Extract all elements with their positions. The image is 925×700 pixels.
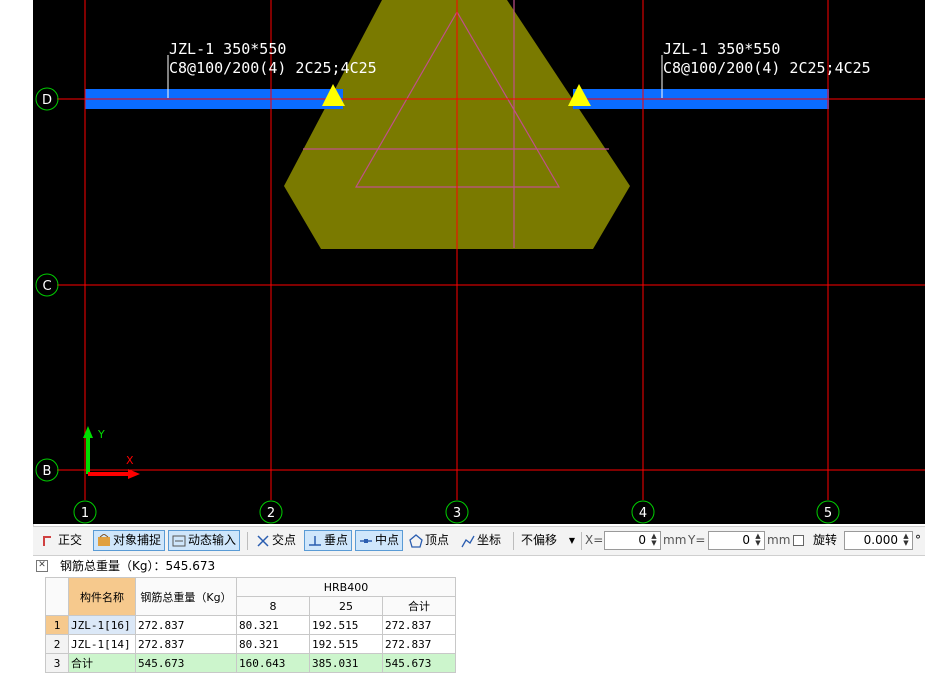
axis-label-3: 3 [453, 506, 461, 521]
rebar-weight-panel: ✕ 钢筋总重量（Kg）：545.673 构件名称 钢筋总重量（Kg） HRB40… [33, 556, 925, 700]
y-coordinate-label: Y= [688, 533, 706, 547]
column-header-grade[interactable]: HRB400 [236, 577, 456, 597]
perpendicular-label: 垂点 [324, 533, 349, 547]
cell-sum[interactable]: 272.837 [382, 634, 456, 654]
offset-mode-dropdown[interactable]: 不偏移 ▼ [518, 530, 578, 551]
snap-toolbar: 正交 对象捕捉 动态输入 交点 垂点 中点 顶点 坐标 不偏移 ▼ X= 0 ▲… [33, 526, 925, 556]
y-coordinate-value: 0 [742, 533, 750, 547]
cell-sum[interactable]: 272.837 [382, 615, 456, 635]
column-header-d25[interactable]: 25 [309, 596, 383, 616]
perpendicular-snap-button[interactable]: 垂点 [304, 530, 353, 551]
y-coordinate-input[interactable]: 0 ▲ ▼ [708, 531, 765, 550]
cell-name[interactable]: JZL-1[14] [68, 634, 136, 654]
axis-label-2: 2 [267, 506, 275, 521]
beam-left-name: JZL-1 350*550 [169, 40, 286, 58]
osnap-label: 对象捕捉 [113, 533, 162, 547]
vertex-icon [409, 533, 423, 548]
vertex-label: 顶点 [425, 533, 450, 547]
table-row[interactable]: 1 JZL-1[16] 272.837 80.321 192.515 272.8… [45, 615, 456, 635]
ortho-icon [43, 535, 51, 546]
panel-title: 钢筋总重量（Kg）：545.673 [60, 559, 216, 573]
beam-left-rebar: C8@100/200(4) 2C25;4C25 [169, 59, 377, 77]
coordinate-icon [461, 535, 475, 547]
cell-d25[interactable]: 192.515 [309, 634, 383, 654]
dynamic-input-icon [172, 535, 186, 546]
axis-label-5: 5 [824, 506, 832, 521]
perpendicular-icon [309, 535, 321, 546]
x-unit-label: mm [663, 533, 687, 547]
chevron-down-icon: ▼ [568, 536, 575, 545]
ucs-icon: Y X [83, 426, 140, 479]
cell-total[interactable]: 272.837 [135, 615, 237, 635]
panel-header: ✕ 钢筋总重量（Kg）：545.673 [33, 556, 925, 576]
cell-d25[interactable]: 385.031 [309, 653, 383, 673]
cell-d8[interactable]: 80.321 [236, 634, 310, 654]
row-number: 2 [45, 634, 69, 654]
x-coordinate-label: X= [585, 533, 604, 547]
dynamic-input-button[interactable]: 动态输入 [168, 530, 241, 551]
drawing-canvas[interactable]: JZL-1 350*550 C8@100/200(4) 2C25;4C25 JZ… [33, 0, 925, 524]
column-header-subtotal[interactable]: 合计 [382, 596, 456, 616]
row-number-header [45, 577, 69, 616]
intersection-label: 交点 [272, 533, 297, 547]
axis-label-D: D [42, 93, 52, 108]
intersection-snap-button[interactable]: 交点 [253, 530, 299, 551]
axis-label-4: 4 [639, 506, 647, 521]
x-spinner-icon[interactable]: ▲ ▼ [649, 533, 659, 548]
osnap-button[interactable]: 对象捕捉 [93, 530, 166, 551]
degree-symbol: ° [915, 533, 921, 547]
axis-label-1: 1 [81, 506, 89, 521]
cell-d25[interactable]: 192.515 [309, 615, 383, 635]
dynamic-input-label: 动态输入 [188, 533, 237, 547]
cell-name[interactable]: 合计 [68, 653, 136, 673]
cell-total[interactable]: 545.673 [135, 653, 237, 673]
column-header-d8[interactable]: 8 [236, 596, 310, 616]
rotate-checkbox[interactable] [793, 535, 804, 546]
row-number: 1 [45, 615, 69, 635]
intersection-icon [257, 534, 269, 547]
ortho-button[interactable]: 正交 [39, 530, 85, 551]
cell-name[interactable]: JZL-1[16] [68, 615, 136, 635]
y-spinner-icon[interactable]: ▲ ▼ [753, 533, 763, 548]
beam-right-name: JZL-1 350*550 [663, 40, 780, 58]
ucs-y-label: Y [97, 428, 105, 441]
rotate-spinner-icon[interactable]: ▲ ▼ [901, 533, 911, 548]
y-unit-label: mm [767, 533, 791, 547]
toolbar-separator [513, 532, 514, 550]
axis-label-B: B [43, 464, 52, 479]
rotate-angle-value: 0.000 [863, 533, 898, 547]
coordinate-snap-button[interactable]: 坐标 [458, 530, 504, 551]
toolbar-separator [247, 532, 248, 550]
rebar-weight-table: 构件名称 钢筋总重量（Kg） HRB400 8 25 合计 1 JZL-1[16… [45, 577, 456, 673]
collapse-icon[interactable]: ✕ [36, 560, 48, 572]
cell-total[interactable]: 272.837 [135, 634, 237, 654]
vertex-snap-button[interactable]: 顶点 [406, 530, 452, 551]
cell-sum[interactable]: 545.673 [382, 653, 456, 673]
offset-mode-value: 不偏移 [521, 533, 558, 547]
column-header-total-weight[interactable]: 钢筋总重量（Kg） [135, 577, 237, 616]
table-row-total[interactable]: 3 合计 545.673 160.643 385.031 545.673 [45, 653, 456, 673]
toolbar-separator [581, 532, 582, 550]
ucs-x-label: X [126, 454, 134, 467]
cell-d8[interactable]: 160.643 [236, 653, 310, 673]
osnap-icon [98, 533, 110, 546]
left-dock-strip [0, 0, 34, 700]
midpoint-label: 中点 [375, 533, 400, 547]
rotate-label: 旋转 [813, 533, 838, 547]
row-number: 3 [45, 653, 69, 673]
cell-d8[interactable]: 80.321 [236, 615, 310, 635]
midpoint-snap-button[interactable]: 中点 [355, 530, 404, 551]
rotate-angle-input[interactable]: 0.000 ▲ ▼ [844, 531, 913, 550]
x-coordinate-value: 0 [638, 533, 646, 547]
table-row[interactable]: 2 JZL-1[14] 272.837 80.321 192.515 272.8… [45, 634, 456, 654]
column-header-name[interactable]: 构件名称 [68, 577, 136, 616]
x-coordinate-input[interactable]: 0 ▲ ▼ [604, 531, 661, 550]
coordinate-label: 坐标 [477, 533, 502, 547]
midpoint-icon [360, 538, 372, 543]
beam-right-rebar: C8@100/200(4) 2C25;4C25 [663, 59, 871, 77]
cad-drawing[interactable]: JZL-1 350*550 C8@100/200(4) 2C25;4C25 JZ… [33, 0, 925, 524]
ortho-label: 正交 [58, 533, 83, 547]
axis-label-C: C [42, 279, 51, 294]
